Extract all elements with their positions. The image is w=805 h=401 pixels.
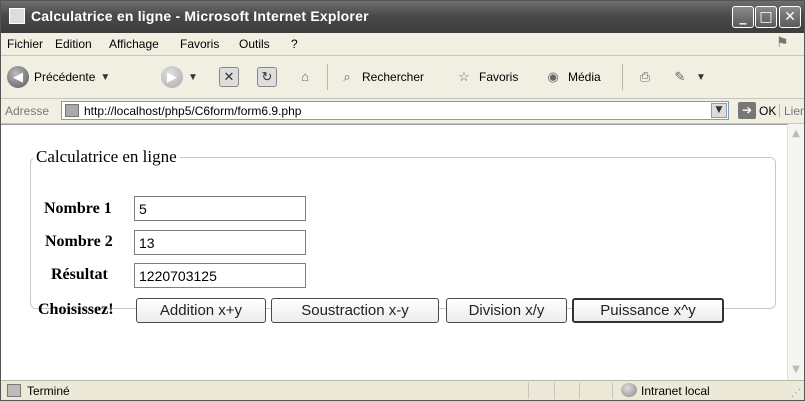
- toolbar-separator: [622, 64, 623, 90]
- maximize-button[interactable]: □: [755, 6, 777, 28]
- scroll-up-icon[interactable]: ▲: [789, 126, 803, 142]
- status-pane-divider: [554, 382, 555, 399]
- home-icon: ⌂: [301, 69, 309, 84]
- chevron-down-icon[interactable]: ▼: [696, 72, 706, 83]
- number1-label: Nombre 1: [44, 200, 112, 217]
- search-button[interactable]: ⌕ Rechercher: [336, 65, 424, 89]
- stop-icon: ✕: [219, 67, 239, 87]
- security-zone-text: Intranet local: [641, 384, 710, 398]
- go-arrow-icon[interactable]: ➔: [738, 102, 756, 119]
- intranet-zone-icon: [621, 383, 637, 397]
- arrow-right-icon: ▶: [161, 66, 183, 88]
- result-input[interactable]: [134, 263, 306, 288]
- back-button[interactable]: ◀ Précédente ▼: [7, 65, 110, 89]
- status-pane-divider: [612, 382, 613, 399]
- edit-button[interactable]: ✎ ▼: [669, 65, 706, 89]
- favorites-button[interactable]: ☆ Favoris: [453, 65, 518, 89]
- menu-bar: Fichier Edition Affichage Favoris Outils…: [1, 33, 804, 56]
- back-label: Précédente: [34, 70, 96, 84]
- media-label: Média: [568, 70, 601, 84]
- window-title: Calculatrice en ligne - Microsoft Intern…: [31, 8, 369, 24]
- number2-label: Nombre 2: [45, 233, 113, 250]
- minimize-button[interactable]: _: [732, 6, 754, 28]
- links-button[interactable]: Liens: [779, 104, 804, 118]
- subtraction-button[interactable]: Soustraction x-y: [271, 298, 439, 323]
- forward-button[interactable]: ▶ ▼: [161, 65, 198, 89]
- resize-grip-icon[interactable]: ⋰: [791, 388, 801, 399]
- division-button[interactable]: Division x/y: [446, 298, 567, 323]
- menu-favoris[interactable]: Favoris: [180, 37, 219, 51]
- menu-outils[interactable]: Outils: [239, 37, 270, 51]
- search-label: Rechercher: [362, 70, 425, 84]
- page-icon: [65, 104, 79, 117]
- search-icon: ⌕: [343, 69, 351, 84]
- status-pane-divider: [579, 382, 580, 399]
- windows-logo-icon: ⚑: [776, 35, 789, 51]
- star-icon: ☆: [458, 69, 470, 84]
- go-button[interactable]: OK: [759, 104, 776, 118]
- number2-input[interactable]: [134, 230, 306, 255]
- standard-toolbar: ◀ Précédente ▼ ▶ ▼ ✕ ↻ ⌂ ⌕ Rechercher ☆ …: [1, 56, 804, 99]
- address-bar: Adresse http://localhost/php5/C6form/for…: [1, 99, 804, 124]
- print-icon: ⎙: [639, 69, 651, 84]
- menu-help[interactable]: ?: [291, 37, 298, 51]
- status-bar: Terminé Intranet local ⋰: [1, 380, 804, 400]
- print-button[interactable]: ⎙: [634, 65, 656, 89]
- vertical-scrollbar[interactable]: ▲ ▼: [787, 124, 804, 380]
- media-button[interactable]: ◉ Média: [542, 65, 601, 89]
- chevron-down-icon[interactable]: ▼: [711, 103, 727, 118]
- menu-affichage[interactable]: Affichage: [109, 37, 159, 51]
- result-label: Résultat: [51, 266, 108, 283]
- title-bar: Calculatrice en ligne - Microsoft Intern…: [1, 1, 804, 33]
- calculator-legend: Calculatrice en ligne: [36, 147, 177, 166]
- address-url[interactable]: http://localhost/php5/C6form/form6.9.php: [84, 104, 301, 118]
- edit-icon: ✎: [674, 69, 686, 84]
- scroll-down-icon[interactable]: ▼: [789, 362, 803, 378]
- addition-button[interactable]: Addition x+y: [136, 298, 266, 323]
- power-button[interactable]: Puissance x^y: [572, 298, 724, 323]
- home-button[interactable]: ⌂: [294, 65, 316, 89]
- menu-fichier[interactable]: Fichier: [7, 37, 43, 51]
- address-field[interactable]: http://localhost/php5/C6form/form6.9.php…: [61, 101, 729, 120]
- favorites-label: Favoris: [479, 70, 519, 84]
- page-content: Calculatrice en ligne: [1, 124, 787, 381]
- address-label: Adresse: [5, 104, 50, 118]
- refresh-button[interactable]: ↻: [257, 65, 277, 89]
- ie-app-icon: [9, 8, 25, 24]
- toolbar-separator: [327, 64, 328, 90]
- page-status-icon: [7, 384, 21, 397]
- close-button[interactable]: ✕: [779, 6, 801, 28]
- choose-label: Choisissez!: [38, 301, 114, 318]
- number1-input[interactable]: [134, 196, 306, 221]
- refresh-icon: ↻: [257, 67, 277, 87]
- chevron-down-icon[interactable]: ▼: [188, 72, 198, 83]
- stop-button[interactable]: ✕: [219, 65, 239, 89]
- chevron-down-icon[interactable]: ▼: [100, 72, 110, 83]
- media-icon: ◉: [547, 69, 559, 84]
- status-text: Terminé: [27, 384, 70, 398]
- browser-window: Calculatrice en ligne - Microsoft Intern…: [0, 0, 805, 401]
- arrow-left-icon: ◀: [7, 66, 29, 88]
- menu-edition[interactable]: Edition: [55, 37, 92, 51]
- status-pane-divider: [528, 382, 529, 399]
